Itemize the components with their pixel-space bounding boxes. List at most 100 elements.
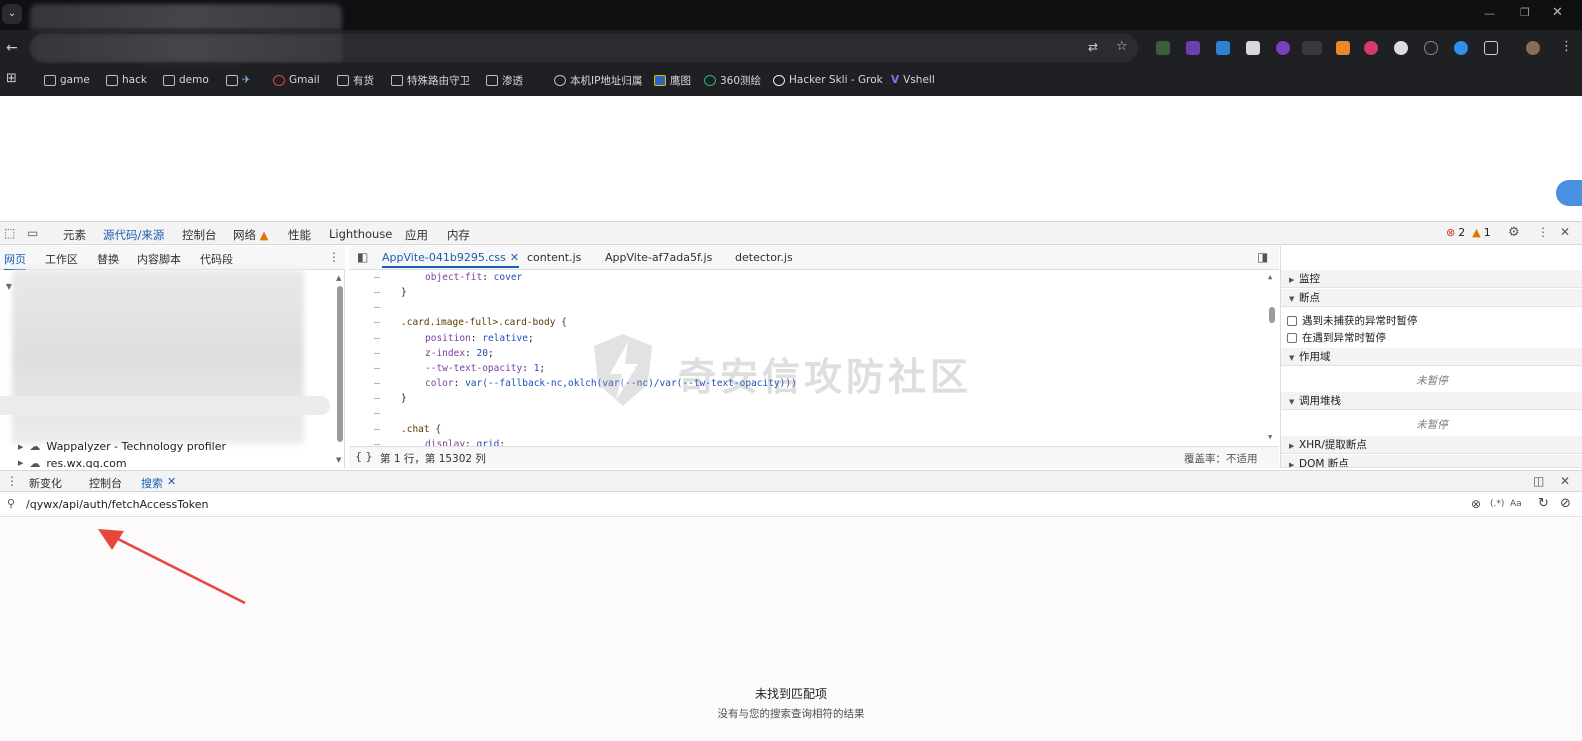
tab-memory[interactable]: 内存 [447, 227, 470, 243]
address-bar[interactable]: ⇄ ☆ [30, 34, 1138, 62]
extension-icon[interactable] [1454, 41, 1468, 55]
tab-console[interactable]: 控制台 [182, 227, 217, 243]
bookmark-star-icon[interactable]: ☆ [1116, 39, 1128, 54]
close-drawer-icon[interactable]: ✕ [1560, 474, 1570, 488]
tab-lighthouse[interactable]: Lighthouse [329, 227, 392, 241]
regex-toggle[interactable]: (.*) [1490, 499, 1504, 509]
refresh-icon[interactable]: ↻ [1538, 496, 1549, 511]
translate-icon[interactable]: ⇄ [1088, 40, 1098, 54]
settings-gear-icon[interactable]: ⚙ [1508, 225, 1520, 240]
extension-icon[interactable] [1424, 41, 1438, 55]
code-editor[interactable]: – object-fit: cover –} – – .card.image-ful… [349, 270, 1279, 446]
selected-tree-row[interactable] [0, 396, 330, 415]
extension-icon[interactable] [1336, 41, 1350, 55]
file-tab-appvite-js[interactable]: AppVite-af7ada5f.js [605, 251, 712, 264]
section-watch[interactable]: ▶ 监控 [1281, 270, 1582, 288]
tab-performance[interactable]: 性能 [288, 227, 311, 243]
bookmark-youhuo[interactable]: 有货 [337, 72, 374, 88]
nav-tab-page[interactable]: 网页 [4, 251, 26, 271]
extension-icon[interactable] [1186, 41, 1200, 55]
tab-elements[interactable]: 元素 [63, 227, 86, 243]
checkbox[interactable] [1287, 315, 1297, 326]
bookmark-grok[interactable]: Hacker Skli - Grok [773, 72, 883, 88]
floating-page-badge[interactable] [1556, 180, 1582, 206]
pause-caught-checkbox[interactable]: 在遇到异常时暂停 [1287, 330, 1386, 345]
coverage-status[interactable]: 覆盖率：不适用 [1184, 451, 1258, 466]
inspect-element-icon[interactable]: ⬚ [4, 226, 15, 240]
bookmark-vshell[interactable]: V Vshell [891, 72, 935, 88]
tree-item[interactable]: ▶ ☁ res.wx.qq.com [18, 458, 127, 468]
tab-application[interactable]: 应用 [405, 227, 428, 243]
file-tab-content-js[interactable]: content.js [527, 251, 581, 264]
section-dom-breakpoints[interactable]: ▶ DOM 断点 [1281, 455, 1582, 468]
close-window-icon[interactable]: ✕ [1552, 5, 1563, 20]
menu-icon[interactable]: ⋮ [1560, 39, 1573, 54]
drawer-menu-icon[interactable]: ⋮ [6, 474, 18, 488]
bookmark-gmail[interactable]: Gmail [273, 72, 320, 88]
bookmark-pentest[interactable]: 渗透 [486, 72, 523, 88]
close-tab-icon[interactable]: ✕ [510, 251, 519, 264]
back-icon[interactable]: ← [6, 40, 18, 56]
scroll-up-icon[interactable]: ▲ [336, 274, 341, 282]
section-breakpoints[interactable]: ▼ 断点 [1281, 289, 1582, 307]
case-sensitive-toggle[interactable]: Aa [1510, 499, 1522, 509]
bookmark-route-guard[interactable]: 特殊路由守卫 [391, 72, 470, 88]
pause-uncaught-checkbox[interactable]: 遇到未捕获的异常时暂停 [1287, 313, 1418, 328]
bookmark-demo[interactable]: demo [163, 72, 209, 88]
nav-tab-workspace[interactable]: 工作区 [45, 251, 78, 267]
extensions-puzzle-icon[interactable] [1484, 41, 1498, 55]
tree-scrollbar[interactable] [337, 286, 343, 442]
section-callstack[interactable]: ▼ 调用堆栈 [1281, 392, 1582, 410]
section-scope[interactable]: ▼ 作用域 [1281, 348, 1582, 366]
nav-tab-snippets[interactable]: 代码段 [200, 251, 233, 267]
bookmark-hack[interactable]: hack [106, 72, 147, 88]
toggle-debugger-icon[interactable]: ◨ [1257, 250, 1268, 264]
avatar[interactable] [1526, 41, 1540, 55]
maximize-icon[interactable]: ❐ [1520, 6, 1530, 19]
nav-tab-overrides[interactable]: 替换 [97, 251, 119, 267]
bookmark-game[interactable]: game [44, 72, 90, 88]
scroll-up-icon[interactable]: ▲ [1268, 273, 1272, 281]
pretty-print-icon[interactable]: { } [355, 450, 373, 463]
scroll-down-icon[interactable]: ▼ [336, 456, 341, 464]
minimize-icon[interactable]: — [1484, 7, 1495, 20]
drawer-tab-changes[interactable]: 新变化 [29, 475, 62, 491]
search-input[interactable]: /qywx/api/auth/fetchAccessToken [26, 498, 209, 511]
drawer-tab-search[interactable]: 搜索 ✕ [141, 475, 177, 495]
clear-results-icon[interactable]: ⊘ [1560, 496, 1571, 511]
tab-search-icon[interactable]: ⌄ [2, 4, 22, 24]
extension-icon[interactable] [1216, 41, 1230, 55]
active-tab[interactable] [30, 4, 342, 30]
bookmark-ip-location[interactable]: 本机IP地址归属 [554, 72, 642, 88]
more-tabs-icon[interactable]: ⋮ [328, 250, 340, 264]
device-toolbar-icon[interactable]: ▭ [27, 226, 38, 240]
drawer-tab-console[interactable]: 控制台 [89, 475, 122, 491]
section-xhr-breakpoints[interactable]: ▶ XHR/提取断点 [1281, 436, 1582, 454]
file-tab-css[interactable]: AppVite-041b9295.css ✕ [382, 251, 520, 268]
bookmark-360[interactable]: 360测绘 [704, 72, 761, 88]
extension-icon[interactable] [1394, 41, 1408, 55]
extension-icon[interactable] [1302, 41, 1322, 55]
apps-grid-icon[interactable]: ⊞ [6, 71, 17, 86]
close-tab-icon[interactable]: ✕ [167, 475, 176, 491]
dock-drawer-icon[interactable]: ◫ [1533, 474, 1544, 488]
tree-item[interactable]: ▶ ☁ Wappalyzer - Technology profiler [18, 440, 226, 453]
extension-icon[interactable] [1156, 41, 1170, 55]
toggle-navigator-icon[interactable]: ◧ [357, 250, 368, 264]
close-devtools-icon[interactable]: ✕ [1560, 225, 1570, 239]
code-scrollbar[interactable] [1269, 307, 1275, 323]
bookmark-folder[interactable]: ✈ [226, 72, 255, 88]
nav-tab-content-scripts[interactable]: 内容脚本 [137, 251, 181, 267]
clear-search-icon[interactable]: ⊗ [1471, 497, 1481, 511]
error-counter[interactable]: ⊗ 2 ▲ 1 [1446, 226, 1491, 239]
bookmark-hunter[interactable]: 鹰图 [654, 72, 691, 88]
extension-icon[interactable] [1364, 41, 1378, 55]
checkbox[interactable] [1287, 332, 1297, 343]
extension-icon[interactable] [1246, 41, 1260, 55]
file-tab-detector-js[interactable]: detector.js [735, 251, 793, 264]
scroll-down-icon[interactable]: ▼ [1268, 433, 1272, 441]
tab-network[interactable]: 网络 ▲ [233, 227, 269, 243]
tab-sources[interactable]: 源代码/来源 [103, 227, 165, 248]
more-options-icon[interactable]: ⋮ [1537, 225, 1549, 239]
extension-icon[interactable] [1276, 41, 1290, 55]
